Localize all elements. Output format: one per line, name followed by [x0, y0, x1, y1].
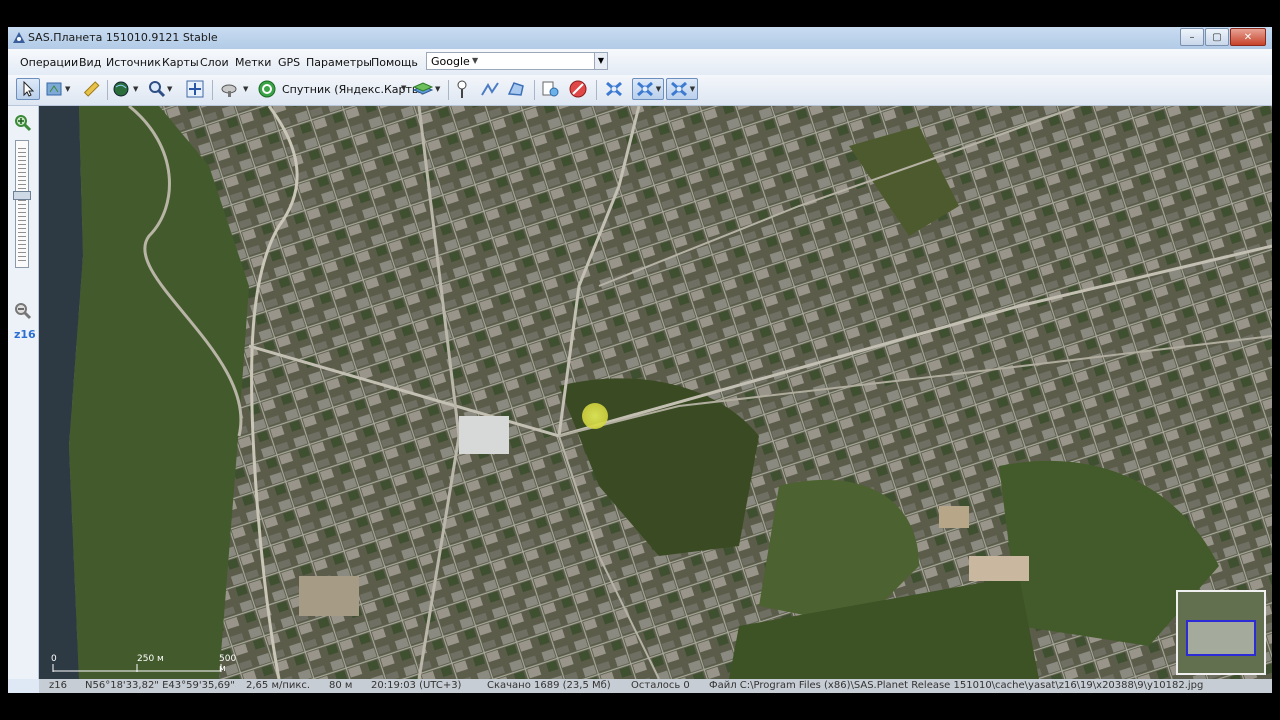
overview-minimap[interactable]	[1176, 590, 1266, 675]
map-source-icon-button[interactable]	[258, 78, 276, 100]
toolbar-separator	[107, 80, 108, 100]
menu-maps[interactable]: Карты	[162, 56, 199, 69]
zoom-in-icon[interactable]	[14, 114, 32, 132]
window-title: SAS.Планета 151010.9121 Stable	[28, 31, 218, 44]
status-coordinates: N56°18'33,82" E43°59'35,69"	[85, 680, 235, 691]
satellite-icon	[221, 84, 237, 97]
menu-help[interactable]: Помощь	[371, 56, 418, 69]
scale-mid-label: 250 м	[137, 654, 164, 664]
add-placemark-button[interactable]	[454, 78, 470, 100]
app-window: SAS.Планета 151010.9121 Stable – ▢ ✕ Опе…	[8, 27, 1272, 693]
status-time: 20:19:03 (UTC+3)	[371, 680, 462, 691]
zoom-search-button[interactable]: ▼	[148, 78, 172, 100]
toolbar-separator	[596, 80, 597, 100]
layers-button[interactable]: ▼	[412, 78, 440, 100]
scale-bar: 0 250 м 500 м	[51, 654, 236, 676]
expand-icon	[186, 80, 204, 98]
toolbar-separator	[212, 80, 213, 100]
menu-view[interactable]: Вид	[79, 56, 101, 69]
provider-dropdown-icon[interactable]: ▼	[472, 56, 478, 65]
title-bar: SAS.Планета 151010.9121 Stable – ▢ ✕	[8, 27, 1272, 49]
add-path-button[interactable]	[480, 78, 500, 100]
zoom-ticks	[18, 145, 26, 263]
close-button[interactable]: ✕	[1230, 28, 1266, 46]
zoom-slider-handle[interactable]	[13, 191, 31, 200]
globe-icon	[113, 81, 129, 97]
globe-button[interactable]: ▼	[112, 78, 138, 100]
delete-marks-button[interactable]	[568, 78, 588, 100]
scale-start-label: 0	[51, 654, 57, 664]
move-tool-button[interactable]: ▼	[44, 78, 70, 100]
gps-center-button[interactable]: ▼	[666, 78, 698, 100]
menu-marks[interactable]: Метки	[235, 56, 271, 69]
status-remaining: Осталось 0	[631, 680, 690, 691]
search-combo[interactable]: Google ▼ ▼	[426, 52, 608, 70]
polygon-icon	[507, 82, 524, 96]
minimize-button[interactable]: –	[1180, 28, 1204, 46]
ruler-tool-button[interactable]	[82, 78, 100, 100]
map-move-icon	[46, 82, 62, 96]
cursor-icon	[23, 81, 35, 97]
status-bar: z16 N56°18'33,82" E43°59'35,69" 2,65 м/п…	[39, 679, 1272, 693]
pin-icon	[457, 80, 467, 98]
menu-gps[interactable]: GPS	[278, 56, 300, 69]
minimap-viewport[interactable]	[1186, 620, 1256, 656]
zoom-scale[interactable]	[15, 140, 29, 268]
status-resolution: 2,65 м/пикс.	[246, 680, 311, 691]
add-polygon-button[interactable]	[506, 78, 526, 100]
menu-bar: Операции Вид Источник Карты Слои Метки G…	[8, 49, 1272, 76]
fullscreen-button[interactable]	[186, 78, 204, 100]
zoom-panel: z16	[8, 106, 39, 679]
refresh-map-icon	[258, 80, 276, 98]
location-marker[interactable]	[582, 403, 608, 429]
gps-track-button[interactable]: ▼	[632, 78, 664, 100]
gps-track-icon	[636, 81, 653, 97]
map-source-dropdown-icon[interactable]: ▼	[400, 81, 406, 95]
zoom-out-icon[interactable]	[14, 302, 32, 320]
search-provider[interactable]: Google	[431, 55, 470, 68]
satellite-dish-button[interactable]: ▼	[220, 78, 248, 100]
search-dropdown-icon[interactable]: ▼	[594, 53, 607, 69]
menu-source[interactable]: Источник	[106, 56, 161, 69]
layers-icon	[412, 82, 434, 95]
menu-operations[interactable]: Операции	[20, 56, 78, 69]
scale-end-label: 500 м	[219, 654, 237, 674]
toolbar-separator	[448, 80, 449, 100]
no-entry-icon	[569, 80, 587, 98]
satellite-map[interactable]: 0 250 м 500 м	[39, 106, 1272, 679]
gps-satellite-icon	[606, 81, 622, 97]
gps-center-icon	[670, 81, 687, 97]
menu-parameters[interactable]: Параметры	[306, 56, 372, 69]
marks-visibility-button[interactable]	[540, 78, 560, 100]
status-downloaded: Скачано 1689 (23,5 Мб)	[487, 680, 611, 691]
toolbar-separator	[534, 80, 535, 100]
status-file-path: Файл C:\Program Files (x86)\SAS.Planet R…	[709, 680, 1204, 691]
marks-icon	[542, 81, 559, 97]
status-zoom: z16	[49, 680, 67, 691]
pointer-tool-button[interactable]	[16, 78, 40, 100]
ruler-icon	[83, 81, 100, 97]
app-icon	[13, 32, 25, 43]
status-altitude: 80 м	[329, 680, 353, 691]
gps-button[interactable]	[604, 78, 624, 100]
window-controls: – ▢ ✕	[1180, 28, 1266, 46]
path-icon	[481, 82, 499, 96]
main-toolbar: ▼ ▼ ▼ ▼ Спутник (Яндекс.Карты) ▼ ▼ ▼ ▼	[8, 75, 1272, 106]
magnifier-icon	[149, 81, 166, 98]
zoom-level-label: z16	[14, 328, 36, 341]
map-imagery[interactable]	[39, 106, 1272, 679]
menu-layers[interactable]: Слои	[200, 56, 229, 69]
maximize-button[interactable]: ▢	[1205, 28, 1229, 46]
